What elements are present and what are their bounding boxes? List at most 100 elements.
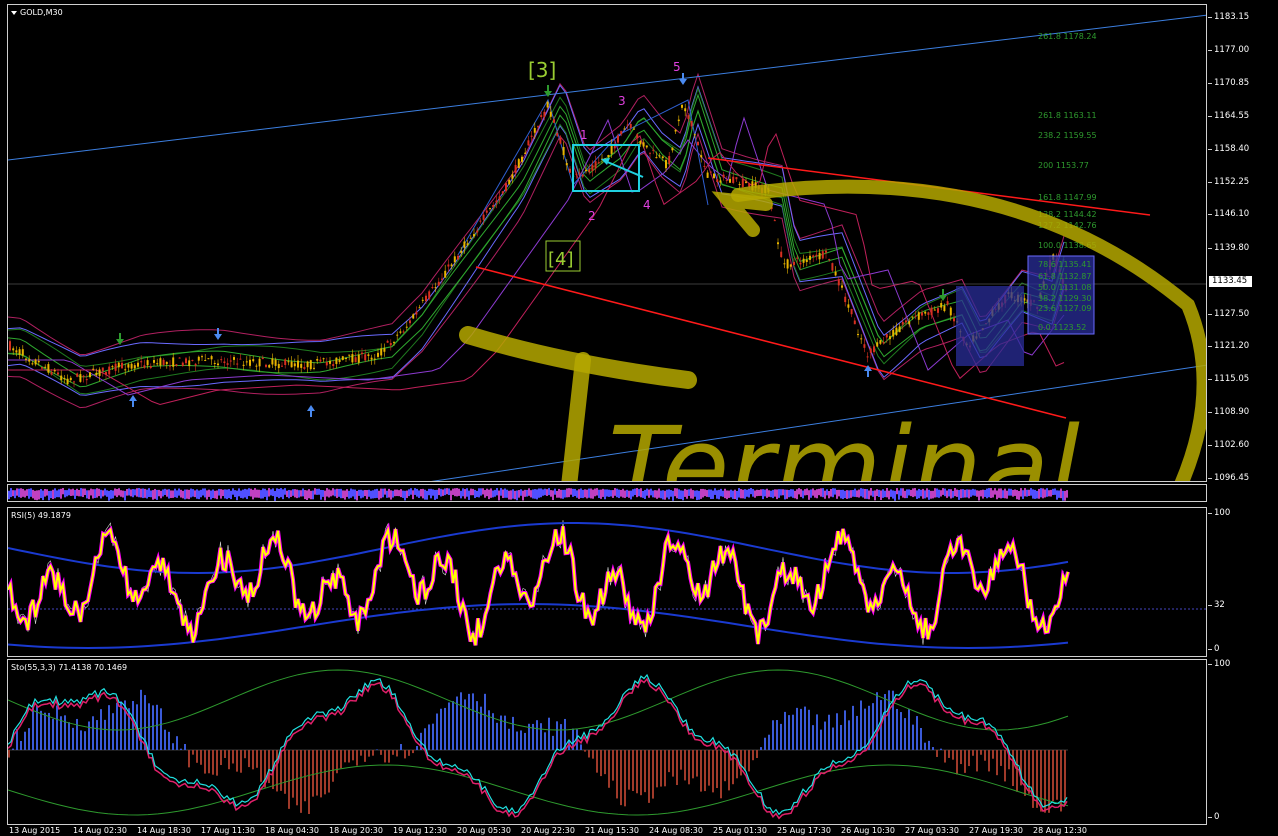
chart-menu-icon[interactable]	[11, 10, 17, 15]
volume-strip-bar	[118, 488, 120, 496]
volume-strip-bar	[332, 488, 334, 496]
volume-strip-bar	[990, 488, 992, 498]
stoch-histogram-bar	[208, 750, 210, 774]
candle-body	[671, 147, 674, 151]
volume-strip-bar	[296, 489, 298, 499]
main-chart-pane[interactable]: 261.8 1178.24 261.8 1163.11 238.2 1159.55 2…	[0, 0, 1278, 506]
axis-tick-label: 100	[1207, 508, 1231, 518]
stoch-band-lower	[8, 764, 1069, 816]
volume-strip-bar	[420, 489, 422, 497]
rsi-axis[interactable]: 100 32 0	[1207, 507, 1278, 657]
volume-strip-bar	[146, 489, 148, 499]
volume-strip-bar	[172, 490, 174, 498]
stoch-histogram-bar	[344, 750, 346, 763]
stoch-histogram-bar	[544, 732, 546, 750]
stoch-histogram-bar	[116, 702, 118, 750]
volume-strip-bar	[284, 488, 286, 495]
volume-strip-bar	[694, 490, 696, 497]
stoch-histogram-bar	[640, 750, 642, 796]
volume-strip-bar	[878, 489, 880, 498]
volume-strip-bar	[462, 488, 464, 497]
stoch-histogram-bar	[56, 705, 58, 750]
stoch-histogram-bar	[120, 701, 122, 750]
stoch-histogram-bar	[876, 692, 878, 750]
volume-strip-bar	[320, 489, 322, 500]
stoch-histogram-bar	[656, 750, 658, 788]
volume-strip-bar	[976, 490, 978, 497]
volume-strip-bar	[1024, 488, 1026, 497]
price-chart-svg: 261.8 1178.24 261.8 1163.11 238.2 1159.55 2…	[8, 14, 1206, 481]
volume-strip-bar	[584, 489, 586, 498]
volume-strip-bar	[244, 488, 246, 498]
candle-body	[898, 326, 901, 333]
volume-strip-bar	[318, 488, 320, 495]
volume-strip-bar	[876, 489, 878, 497]
volume-strip-bar	[262, 488, 264, 499]
volume-strip-bar	[276, 488, 278, 497]
rsi-plot-area[interactable]: RSI(5) 49.1879	[7, 507, 1207, 657]
candle-body	[889, 336, 891, 340]
volume-strip-bar	[154, 488, 156, 499]
candle-body	[34, 359, 37, 365]
candle-body	[725, 179, 728, 181]
volume-strip-bar	[844, 490, 846, 499]
chart-title[interactable]: GOLD,M30	[11, 8, 63, 17]
consolidation-box	[956, 286, 1024, 366]
candle-body	[98, 369, 101, 376]
volume-strip-bar	[472, 488, 474, 496]
stoch-plot-area[interactable]: Sto(55,3,3) 71.4138 70.1469	[7, 659, 1207, 825]
stoch-histogram-bar	[984, 750, 986, 761]
candle-body	[149, 366, 152, 369]
candle-body	[127, 364, 130, 368]
candle-body	[837, 279, 840, 286]
time-axis[interactable]: 13 Aug 2015 14 Aug 02:30 14 Aug 18:30 17 Au…	[7, 826, 1207, 836]
candle-body	[281, 365, 283, 367]
stoch-histogram-bar	[196, 750, 198, 763]
volume-strip-bar	[646, 488, 648, 496]
candle-body	[223, 361, 226, 364]
stoch-histogram-bar	[836, 713, 838, 750]
volume-strip-bar	[160, 490, 162, 499]
stoch-pane[interactable]: Sto(55,3,3) 71.4138 70.1469 100 0	[0, 659, 1278, 825]
volume-strip-bar	[884, 490, 886, 498]
candle-body	[853, 320, 856, 325]
volume-strip-bar	[764, 489, 766, 497]
stoch-histogram-bar	[104, 719, 106, 750]
volume-strip-svg	[8, 488, 1068, 501]
volume-strip-bar	[810, 489, 812, 498]
volume-strip-bar	[568, 488, 570, 498]
stoch-histogram-bar	[764, 737, 766, 750]
stoch-axis[interactable]: 100 0	[1207, 659, 1278, 825]
volume-strip-bar	[44, 488, 46, 497]
stoch-histogram-bar	[508, 728, 510, 750]
volume-strip-bar	[328, 489, 330, 498]
volume-strip-bar	[1052, 488, 1054, 495]
volume-strip-bar	[246, 489, 248, 500]
volume-strip-bar	[602, 488, 604, 497]
volume-strip-bar	[518, 490, 520, 498]
date-label: 14 Aug 18:30	[137, 826, 191, 835]
date-label: 14 Aug 02:30	[73, 826, 127, 835]
candle-body	[130, 363, 133, 369]
volume-strip[interactable]	[7, 484, 1207, 502]
volume-strip-bar	[76, 488, 78, 496]
volume-strip-bar	[816, 489, 818, 499]
volume-strip-bar	[834, 488, 836, 495]
rsi-pane[interactable]: RSI(5) 49.1879 100 32 0	[0, 507, 1278, 657]
volume-strip-bar	[858, 489, 860, 498]
candle-body	[12, 348, 15, 351]
volume-strip-bar	[310, 490, 312, 500]
volume-strip-bar	[802, 490, 804, 499]
volume-strip-bar	[1022, 490, 1024, 499]
price-axis[interactable]: 1183.15 1177.00 1170.85 1164.55 1158.40 1152.…	[1207, 4, 1278, 483]
candle-body	[146, 360, 149, 366]
volume-strip-bar	[1044, 489, 1046, 498]
main-plot-area[interactable]: 261.8 1178.24 261.8 1163.11 238.2 1159.55 2…	[7, 4, 1207, 482]
stoch-histogram-bar	[300, 750, 302, 813]
candle-body	[95, 372, 98, 376]
candle-body	[444, 270, 447, 278]
stoch-histogram-bar	[692, 750, 694, 779]
stoch-histogram-bar	[540, 723, 542, 750]
stoch-histogram-bar	[236, 750, 238, 772]
axis-tick-label: 1146.10	[1207, 209, 1250, 219]
